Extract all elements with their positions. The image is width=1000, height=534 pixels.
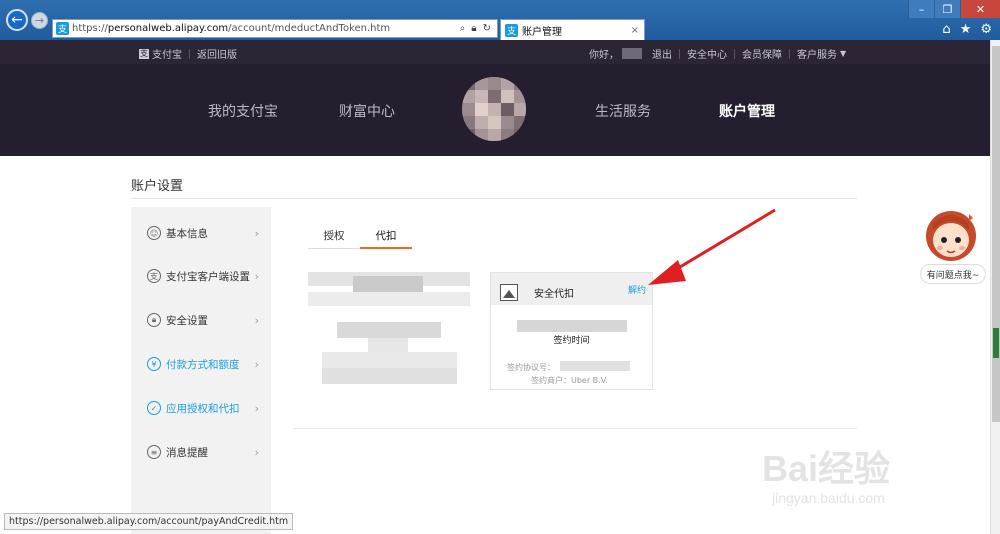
tab-deduct[interactable]: 代扣 <box>360 228 412 249</box>
cartoon-girl-icon[interactable] <box>925 206 977 262</box>
browser-tab[interactable]: 支 账户管理 × <box>500 19 645 40</box>
sidebar-item-label: 安全设置 <box>166 314 208 327</box>
forward-arrow-icon[interactable]: → <box>31 12 48 29</box>
merchant-label: 签约商户：Uber B.V. <box>531 376 608 385</box>
topbar-left: 支 支付宝 返回旧版 <box>139 46 237 61</box>
topbar-right: 你好， 退出 安全中心 会员保障 客户服务 ▼ <box>589 46 846 61</box>
caret-down-icon[interactable]: ▼ <box>840 49 846 58</box>
page-scrollbar[interactable] <box>990 40 1000 534</box>
nav-my-alipay[interactable]: 我的支付宝 <box>208 101 278 121</box>
maximize-icon[interactable]: ❐ <box>934 0 960 18</box>
help-assistant[interactable]: 有问题点我~ <box>920 206 986 286</box>
browser-chrome: ← → 支 https://personalweb.alipay.com/acc… <box>0 0 1000 40</box>
sidebar-item-basic-info[interactable]: ☺ 基本信息 › <box>147 223 265 243</box>
customer-service-link[interactable]: 客户服务 <box>797 46 837 61</box>
baidu-watermark: Bai经验 jingyan.baidu.com <box>762 424 962 514</box>
protocol-number-label: 签约协议号： <box>507 363 555 372</box>
window-close-icon[interactable]: ✕ <box>960 0 1000 18</box>
address-bar[interactable]: 支 https://personalweb.alipay.com/account… <box>52 19 498 38</box>
sidebar-item-app-auth-deduct[interactable]: ✓ 应用授权和代扣 › <box>147 398 265 418</box>
chevron-right-icon: › <box>254 269 259 283</box>
browser-toolbar-icons: ⌂ ★ ⚙ <box>942 22 992 37</box>
user-icon: ☺ <box>147 226 161 240</box>
divider <box>679 48 680 59</box>
safe-deduct-card: 安全代扣 解约 签约时间 签约协议号： 签约商户：Uber B.V. <box>490 272 653 390</box>
address-tools: ⌕ 🔒︎ ↻ <box>454 23 497 34</box>
nav-wealth-center[interactable]: 财富中心 <box>339 101 395 121</box>
sign-time-label: 签约时间 <box>553 336 590 346</box>
lock-icon: 🔒︎ <box>147 313 161 327</box>
check-icon: ✓ <box>147 401 161 415</box>
lock-icon[interactable]: 🔒︎ <box>471 23 476 34</box>
sidebar-item-label: 支付宝客户端设置 <box>166 270 250 283</box>
tab-close-icon[interactable]: × <box>631 25 639 36</box>
chevron-right-icon: › <box>254 445 259 459</box>
chevron-right-icon: › <box>254 357 259 371</box>
chevron-right-icon: › <box>254 313 259 327</box>
sidebar-item-label: 应用授权和代扣 <box>166 402 240 415</box>
address-url[interactable]: https://personalweb.alipay.com/account/m… <box>72 23 454 34</box>
watermark-url: jingyan.baidu.com <box>772 490 885 506</box>
status-bar-url: https://personalweb.alipay.com/account/p… <box>4 513 294 530</box>
divider <box>734 48 735 59</box>
alipay-site-icon: 支 <box>56 22 69 35</box>
old-version-link[interactable]: 返回旧版 <box>197 46 237 61</box>
sidebar-item-notifications[interactable]: ≡ 消息提醒 › <box>147 442 265 462</box>
security-center-link[interactable]: 安全中心 <box>687 46 727 61</box>
watermark-logo: Bai经验 <box>762 448 891 489</box>
star-icon[interactable]: ★ <box>960 22 972 37</box>
gear-icon[interactable]: ⚙ <box>980 22 992 37</box>
refresh-icon[interactable]: ↻ <box>483 23 491 34</box>
sidebar-item-client-settings[interactable]: 支 支付宝客户端设置 › <box>147 266 265 286</box>
home-icon[interactable]: ⌂ <box>942 22 950 37</box>
protocol-number-blurred <box>560 361 630 371</box>
greeting-text: 你好， <box>589 50 619 61</box>
minimize-icon[interactable]: – <box>908 0 934 18</box>
message-icon: ≡ <box>147 445 161 459</box>
title-divider <box>131 198 857 199</box>
scrollbar-thumb[interactable] <box>992 46 1000 422</box>
sidebar-item-security[interactable]: 🔒︎ 安全设置 › <box>147 310 265 330</box>
avatar[interactable] <box>462 77 526 141</box>
tab-title: 账户管理 <box>522 26 562 38</box>
chevron-right-icon: › <box>254 226 259 240</box>
alipay-tab-icon: 支 <box>505 23 518 37</box>
client-icon: 支 <box>147 269 161 283</box>
divider <box>189 48 190 59</box>
alipay-logo-icon: 支 <box>139 48 149 59</box>
member-protection-link[interactable]: 会员保障 <box>742 46 782 61</box>
side-grip[interactable] <box>993 328 999 358</box>
main-nav: 我的支付宝 财富中心 生活服务 账户管理 <box>0 64 990 156</box>
alipay-topbar: 支 支付宝 返回旧版 你好， 退出 安全中心 会员保障 客户服务 ▼ <box>0 40 990 64</box>
sidebar-item-label: 付款方式和额度 <box>166 358 240 371</box>
divider <box>789 48 790 59</box>
yen-icon: ¥ <box>147 357 161 371</box>
nav-account-management[interactable]: 账户管理 <box>719 101 775 121</box>
nav-life-services[interactable]: 生活服务 <box>595 101 651 121</box>
username-blurred <box>622 48 642 59</box>
tab-authorization[interactable]: 授权 <box>308 228 360 249</box>
sidebar-item-label: 基本信息 <box>166 227 208 240</box>
chevron-right-icon: › <box>254 401 259 415</box>
deduct-tabs: 授权 代扣 <box>308 228 412 249</box>
search-icon[interactable]: ⌕ <box>460 23 466 34</box>
sidebar-item-label: 消息提醒 <box>166 446 208 459</box>
logout-link[interactable]: 退出 <box>652 46 672 61</box>
annotation-arrow-icon <box>648 208 776 285</box>
sign-date-blurred <box>517 320 627 332</box>
help-bubble[interactable]: 有问题点我~ <box>920 264 986 284</box>
back-arrow-icon[interactable]: ← <box>6 9 28 31</box>
deduct-name: 安全代扣 <box>534 289 574 300</box>
blurred-service-card <box>308 272 470 390</box>
page-title: 账户设置 <box>131 179 184 194</box>
settings-sidebar: ☺ 基本信息 › 支 支付宝客户端设置 › 🔒︎ 安全设置 › ¥ 付款方式和额… <box>131 207 271 534</box>
image-placeholder-icon <box>500 284 518 301</box>
alipay-home-link[interactable]: 支付宝 <box>152 46 182 61</box>
sidebar-item-payment-methods[interactable]: ¥ 付款方式和额度 › <box>147 354 265 374</box>
window-controls: – ❐ ✕ <box>908 0 1000 18</box>
